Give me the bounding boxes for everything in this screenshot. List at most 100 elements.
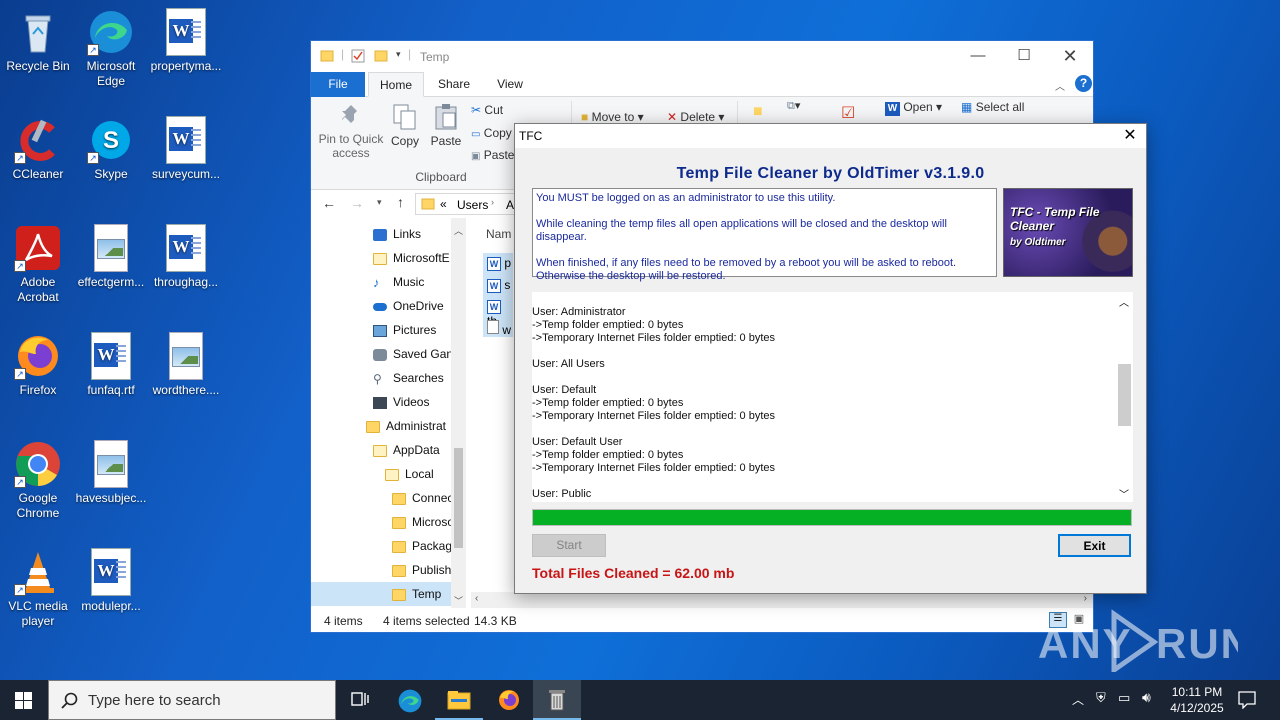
nav-item-administrator[interactable]: Administrat — [366, 414, 451, 438]
desktop-icon-microsoft-edge[interactable]: ↗ Microsoft Edge — [73, 8, 149, 89]
desktop-icon-wordthere[interactable]: wordthere.... — [148, 332, 224, 398]
task-view-button[interactable] — [336, 680, 384, 720]
file-row[interactable]: W s — [487, 278, 510, 296]
desktop-icon-skype[interactable]: S ↗ Skype — [73, 116, 149, 182]
desktop-icon-label: throughag... — [153, 275, 219, 289]
properties-button[interactable]: ☑ — [841, 103, 855, 123]
nav-item-videos[interactable]: Videos — [373, 390, 429, 414]
start-button[interactable] — [0, 680, 48, 720]
help-icon[interactable]: ? — [1075, 75, 1092, 92]
cut-button[interactable]: ✂ Cut — [471, 103, 503, 117]
tab-file[interactable]: File — [311, 72, 365, 97]
breadcrumb-administrator[interactable]: A — [506, 198, 514, 212]
desktop-icon-firefox[interactable]: ↗ Firefox — [0, 332, 76, 398]
scroll-up-icon[interactable]: ︿ — [1119, 294, 1129, 309]
taskbar-search-box[interactable]: Type here to search — [48, 680, 336, 720]
nav-item-searches[interactable]: ⚲ Searches — [373, 366, 444, 390]
clock[interactable]: 10:11 PM 4/12/2025 — [1166, 684, 1228, 716]
tfc-log-area[interactable]: User: Administrator ->Temp folder emptie… — [532, 292, 1133, 502]
nav-item-microsoft[interactable]: Microso — [392, 510, 451, 534]
nav-item-onedrive[interactable]: OneDrive — [373, 294, 444, 318]
new-folder-icon[interactable] — [374, 49, 388, 63]
breadcrumb-users[interactable]: Users — [457, 198, 488, 212]
taskbar-firefox[interactable] — [485, 680, 533, 720]
tab-home[interactable]: Home — [368, 72, 424, 97]
desktop-icon-recycle-bin[interactable]: Recycle Bin — [0, 8, 76, 74]
horizontal-scrollbar[interactable]: ‹ › — [471, 592, 1093, 608]
minimize-button[interactable]: — — [955, 41, 1001, 71]
column-header-name[interactable]: Nam — [486, 227, 511, 241]
quick-access-dropdown-icon[interactable]: ▾ — [396, 49, 401, 60]
scroll-up-icon[interactable]: ︿ — [454, 224, 463, 237]
properties-icon[interactable] — [351, 49, 365, 63]
file-row[interactable]: W p — [487, 256, 511, 274]
scroll-down-icon[interactable]: ﹀ — [1119, 486, 1129, 501]
nav-item-local[interactable]: Local — [385, 462, 434, 486]
delete-button[interactable]: ✕ Delete ▾ — [667, 110, 724, 124]
security-icon[interactable]: ⛨ — [1096, 690, 1106, 706]
nav-item-microsoftedge[interactable]: MicrosoftE — [373, 246, 451, 270]
select-all-button[interactable]: ▦ Select all — [961, 100, 1024, 114]
copy-button[interactable]: Copy — [387, 103, 423, 148]
recent-locations-icon[interactable]: ▾ — [377, 197, 382, 208]
close-button[interactable]: ✕ — [1047, 41, 1093, 71]
open-button[interactable]: W Open ▾ — [885, 100, 942, 116]
forward-arrow-icon[interactable]: → — [350, 195, 364, 211]
nav-item-publishers[interactable]: Publish — [392, 558, 451, 582]
volume-icon[interactable]: 🔊︎ — [1142, 689, 1151, 706]
desktop-icon-modulepr[interactable]: W modulepr... — [73, 548, 149, 614]
address-overflow[interactable]: « — [440, 197, 447, 211]
copy-path-button[interactable]: ▭ Copy — [471, 126, 512, 140]
show-hidden-icons-icon[interactable]: ︿ — [1072, 691, 1084, 708]
nav-item-saved-games[interactable]: Saved Gan — [373, 342, 451, 366]
nav-item-appdata[interactable]: AppData — [373, 438, 440, 462]
desktop-icon-funfaq[interactable]: W funfaq.rtf — [73, 332, 149, 398]
notifications-icon[interactable] — [1238, 691, 1256, 709]
scroll-right-icon[interactable]: › — [1084, 593, 1087, 604]
tfc-close-button[interactable]: ✕ — [1118, 124, 1142, 148]
nav-item-pictures[interactable]: Pictures — [373, 318, 436, 342]
back-arrow-icon[interactable]: ← — [322, 195, 336, 211]
pin-quick-access-button[interactable]: Pin to Quick access — [315, 103, 387, 160]
taskbar-tfc[interactable] — [533, 680, 581, 720]
scroll-down-icon[interactable]: ﹀ — [454, 594, 463, 607]
log-scrollbar[interactable]: ︿ ﹀ — [1116, 292, 1133, 502]
taskbar-file-explorer[interactable] — [435, 680, 483, 720]
file-row[interactable]: W th — [487, 299, 513, 328]
nav-item-packages[interactable]: Packag — [392, 534, 451, 558]
address-bar[interactable]: « Users › A — [415, 193, 515, 215]
maximize-button[interactable]: ☐ — [1001, 41, 1047, 71]
desktop-icon-google-chrome[interactable]: ↗ Google Chrome — [0, 440, 76, 521]
desktop-icon-vlc[interactable]: ↗ VLC media player — [0, 548, 76, 629]
tab-view[interactable]: View — [485, 72, 535, 97]
paste-shortcut-button[interactable]: ▣ Paste — [471, 148, 514, 162]
desktop-icon-havesubjec[interactable]: havesubjec... — [73, 440, 149, 506]
nav-scrollbar[interactable]: ︿ ﹀ — [451, 218, 466, 608]
desktop-icon-ccleaner[interactable]: ↗ CCleaner — [0, 116, 76, 182]
scrollbar-thumb[interactable] — [454, 448, 463, 548]
collapse-ribbon-icon[interactable]: ︿ — [1055, 78, 1065, 93]
desktop-icon-effectgerm[interactable]: effectgerm... — [73, 224, 149, 290]
scroll-left-icon[interactable]: ‹ — [475, 593, 478, 604]
network-icon[interactable]: ▭ — [1118, 690, 1130, 706]
taskbar-edge[interactable] — [386, 680, 434, 720]
exit-button[interactable]: Exit — [1058, 534, 1131, 557]
file-row[interactable]: w — [487, 320, 511, 338]
nav-item-links[interactable]: Links — [373, 222, 421, 246]
desktop-icon-surveycum[interactable]: W surveycum... — [148, 116, 224, 182]
tab-share[interactable]: Share — [429, 72, 479, 97]
scrollbar-thumb[interactable] — [1118, 364, 1131, 426]
start-button[interactable]: Start — [532, 534, 606, 557]
move-to-button[interactable]: ■ Move to ▾ — [581, 110, 644, 124]
word-document-icon: W — [91, 548, 131, 596]
desktop-icon-adobe-acrobat[interactable]: ↗ Adobe Acrobat — [0, 224, 76, 305]
desktop-icon-throughag[interactable]: W throughag... — [148, 224, 224, 290]
nav-item-connected[interactable]: Connec — [392, 486, 451, 510]
desktop-icon-propertyma[interactable]: W propertyma... — [148, 8, 224, 74]
new-item-button[interactable]: ⧉▾ — [787, 99, 800, 113]
nav-item-temp[interactable]: Temp — [311, 582, 451, 606]
up-arrow-icon[interactable]: ↑ — [397, 194, 404, 210]
paste-button[interactable]: Paste — [427, 103, 465, 148]
nav-item-music[interactable]: ♪ Music — [373, 270, 424, 294]
new-folder-button[interactable]: ■ — [753, 103, 763, 121]
